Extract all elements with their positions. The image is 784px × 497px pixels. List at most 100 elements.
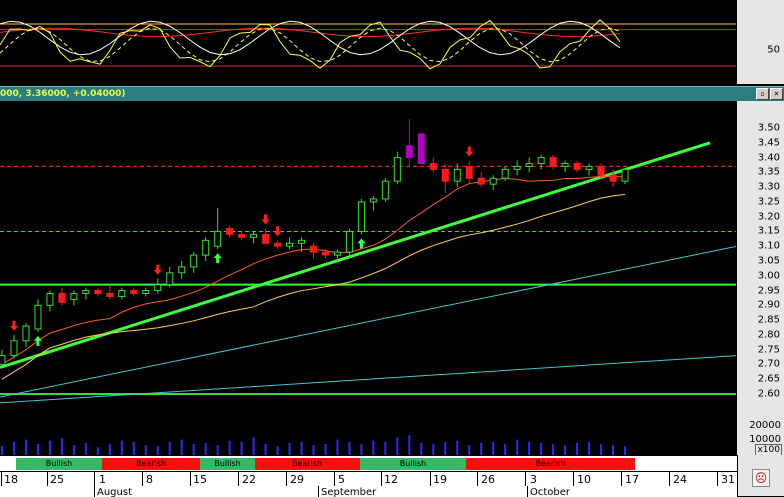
candle-body bbox=[489, 177, 497, 185]
candle-body bbox=[142, 290, 150, 295]
channel-line bbox=[0, 245, 737, 398]
candle-body bbox=[10, 340, 18, 357]
candle-body bbox=[537, 157, 545, 164]
candle-body bbox=[549, 157, 557, 167]
candle-body bbox=[118, 290, 126, 297]
oscillator-axis: 50 bbox=[736, 0, 784, 84]
price-tick: 3.05 bbox=[757, 255, 780, 267]
candle-body bbox=[501, 168, 509, 179]
candle-body bbox=[333, 251, 341, 256]
close-icon[interactable]: × bbox=[770, 88, 783, 100]
restore-icon[interactable]: ▫ bbox=[756, 88, 769, 100]
buy-arrow-icon bbox=[33, 335, 42, 346]
candle-body bbox=[250, 233, 258, 238]
candle-body bbox=[405, 145, 413, 159]
sell-arrow-icon bbox=[261, 214, 270, 225]
candle-body bbox=[513, 165, 521, 170]
volume-tick-20000: 20000 bbox=[749, 420, 781, 431]
price-tick: 2.65 bbox=[757, 373, 780, 385]
price-tick: 2.60 bbox=[757, 388, 780, 400]
signal-segment bbox=[340, 458, 360, 470]
candle-body bbox=[429, 162, 437, 170]
candle-body bbox=[609, 174, 617, 182]
price-tick: 2.85 bbox=[757, 314, 780, 326]
price-panel bbox=[0, 101, 784, 418]
candle-body bbox=[585, 165, 593, 170]
buy-arrow-icon bbox=[357, 238, 366, 249]
candle-body bbox=[345, 230, 353, 253]
signal-bar: Bullish Bearish Bullish Bearish Bullish … bbox=[0, 455, 737, 472]
candle-body bbox=[393, 157, 401, 182]
candle-body bbox=[417, 133, 425, 164]
candle-body bbox=[70, 293, 78, 300]
candle-body bbox=[22, 325, 30, 342]
oscillator-white-line bbox=[0, 20, 621, 56]
date-label: 24 bbox=[673, 473, 687, 486]
candle-body bbox=[226, 227, 234, 235]
moving-average-long bbox=[1, 193, 626, 380]
signal-segment: Bullish bbox=[16, 458, 102, 470]
date-label: 8 bbox=[146, 473, 153, 486]
candle-body bbox=[202, 239, 210, 256]
price-tick: 2.90 bbox=[757, 299, 780, 311]
volume-chart bbox=[1, 435, 626, 455]
price-tick: 2.70 bbox=[757, 358, 780, 370]
candle-body bbox=[321, 251, 329, 256]
candle-body bbox=[465, 165, 473, 179]
date-label: 15 bbox=[193, 473, 207, 486]
candle-body bbox=[0, 355, 6, 365]
date-label: 22 bbox=[242, 473, 256, 486]
sell-arrow-icon bbox=[273, 226, 282, 237]
candle-body bbox=[106, 293, 114, 297]
chart-title: 000, 3.36000, +0.04000) bbox=[0, 89, 126, 99]
candle-body bbox=[621, 168, 629, 182]
date-label: 3 bbox=[530, 473, 537, 486]
candle-body bbox=[357, 201, 365, 232]
candle-body bbox=[286, 242, 294, 247]
price-tick: 3.45 bbox=[757, 137, 780, 149]
price-tick: 3.30 bbox=[757, 181, 780, 193]
chart-title-bar[interactable]: 000, 3.36000, +0.04000) ▫ × bbox=[0, 86, 784, 102]
sell-arrow-icon bbox=[465, 146, 474, 157]
volume-axis: 20000 10000 x100 bbox=[736, 418, 784, 456]
candle-body bbox=[298, 239, 306, 244]
sell-arrow-icon bbox=[9, 320, 18, 331]
date-label: 1 bbox=[99, 473, 106, 486]
candle-body bbox=[214, 230, 222, 247]
price-tick: 3.35 bbox=[757, 166, 780, 178]
candle-body bbox=[82, 290, 90, 295]
candle-body bbox=[154, 284, 162, 292]
date-label: 10 bbox=[577, 473, 591, 486]
signal-segment: Bearish bbox=[102, 458, 200, 470]
price-tick: 3.40 bbox=[757, 152, 780, 164]
price-axis: 3.50 3.45 3.40 3.35 3.30 3.25 3.20 3.15 3.10 3.05… bbox=[736, 101, 784, 418]
price-tick: 2.80 bbox=[757, 329, 780, 341]
candle-body bbox=[262, 233, 270, 244]
candle-body bbox=[381, 180, 389, 200]
date-axis: 18 25 1 8 15 22 29 5 12 19 26 3 10 17 24… bbox=[0, 471, 737, 497]
signal-segment: Bullish bbox=[360, 458, 466, 470]
price-tick: 2.95 bbox=[757, 285, 780, 297]
candle-body bbox=[573, 162, 581, 170]
price-tick: 3.50 bbox=[757, 122, 780, 134]
oscillator-panel bbox=[0, 0, 784, 84]
buy-arrow-icon bbox=[213, 253, 222, 264]
sell-arrow-icon bbox=[153, 264, 162, 275]
price-tick: 3.20 bbox=[757, 211, 780, 223]
date-label: 18 bbox=[4, 473, 18, 486]
candle-body bbox=[94, 290, 102, 295]
price-tick: 3.15 bbox=[757, 225, 780, 237]
candle-body bbox=[130, 290, 138, 295]
candle-body bbox=[441, 168, 449, 182]
candle-body bbox=[178, 266, 186, 274]
date-label: 19 bbox=[433, 473, 447, 486]
candle-body bbox=[46, 293, 54, 306]
candle-body bbox=[369, 198, 377, 203]
signal-segment: Bullish bbox=[200, 458, 255, 470]
candle-body bbox=[310, 245, 317, 253]
frown-face-icon[interactable]: ☹ bbox=[752, 469, 770, 487]
price-tick: 3.00 bbox=[757, 270, 780, 282]
candle-body bbox=[561, 162, 569, 167]
date-label: 31 bbox=[721, 473, 735, 486]
date-label: 25 bbox=[50, 473, 64, 486]
